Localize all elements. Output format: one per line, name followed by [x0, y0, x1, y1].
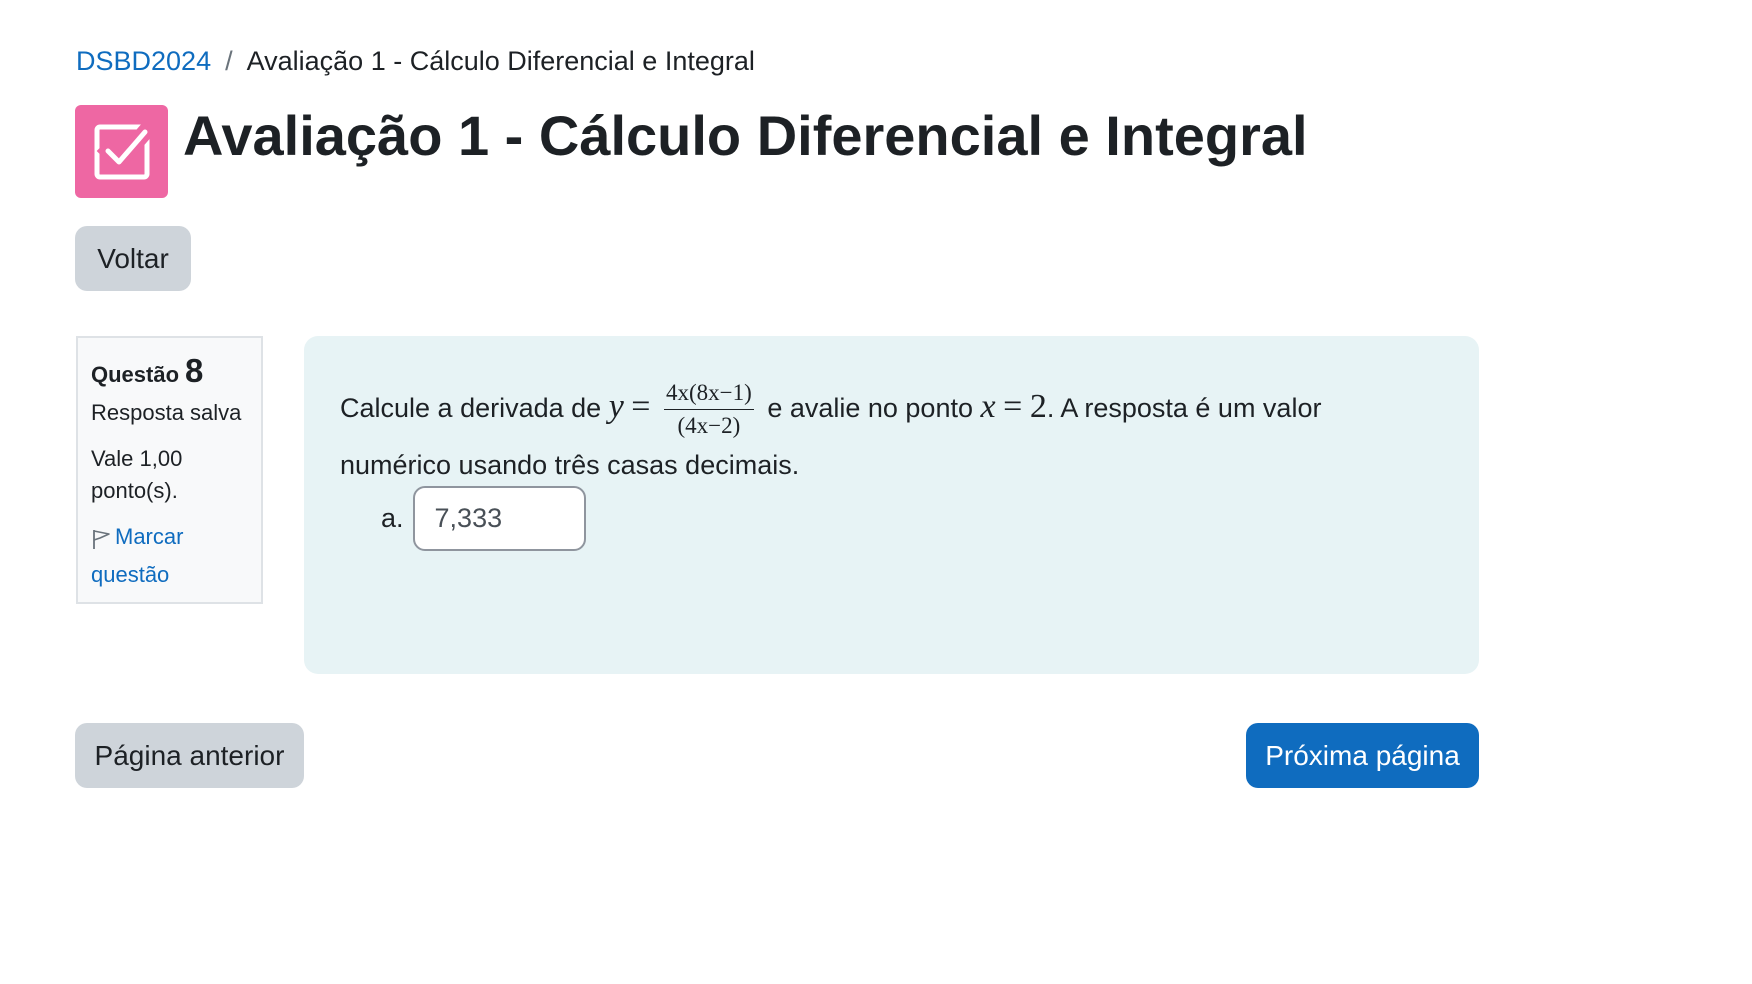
question-text-line-2: numérico usando três casas decimais.	[340, 449, 800, 480]
page-title: Avaliação 1 - Cálculo Diferencial e Inte…	[183, 104, 1308, 167]
question-number-label: Questão	[91, 362, 180, 387]
question-content: Calcule a derivada de y = 4x(8x−1) (4x−2…	[304, 336, 1479, 674]
breadcrumb-course-link[interactable]: DSBD2024	[76, 46, 211, 77]
answer-input[interactable]	[412, 486, 586, 551]
flag-question-link[interactable]: Marcar questão	[91, 521, 248, 591]
question-text-before: Calcule a derivada de	[340, 393, 602, 424]
question-state: Resposta salva	[91, 400, 242, 425]
question-info-panel: Questão 8 Resposta salva Vale 1,00 ponto…	[76, 336, 263, 604]
breadcrumb-current: Avaliação 1 - Cálculo Diferencial e Inte…	[246, 46, 755, 76]
formula-numerator: 4x(8x−1)	[664, 380, 754, 411]
question-text-after: . A resposta é um valor	[1046, 393, 1322, 424]
next-page-button[interactable]: Próxima página	[1246, 723, 1479, 788]
formula-fraction: 4x(8x−1) (4x−2)	[664, 380, 754, 440]
question-text: Calcule a derivada de y = 4x(8x−1) (4x−2…	[340, 380, 1321, 490]
back-button[interactable]: Voltar	[75, 226, 191, 291]
flag-icon	[91, 527, 111, 559]
breadcrumb: DSBD2024 / Avaliação 1 - Cálculo Diferen…	[76, 46, 755, 77]
point-variable: x	[980, 388, 996, 426]
formula-equals: =	[631, 388, 651, 426]
previous-page-button[interactable]: Página anterior	[75, 723, 304, 788]
question-number-value: 8	[185, 352, 204, 389]
page-header: Avaliação 1 - Cálculo Diferencial e Inte…	[75, 104, 1308, 198]
point-value: 2	[1029, 388, 1047, 426]
formula-lhs: y	[608, 388, 624, 426]
question-text-line-1: Calcule a derivada de y = 4x(8x−1) (4x−2…	[340, 380, 1321, 440]
question-grade: Vale 1,00 ponto(s).	[91, 446, 183, 503]
quiz-checkbox-icon	[75, 105, 168, 198]
point-equals: =	[1003, 388, 1023, 426]
answer-row: a.	[381, 486, 586, 551]
answer-label: a.	[381, 503, 404, 533]
question-text-middle: e avalie no ponto	[767, 393, 973, 424]
question-number: Questão 8	[91, 352, 248, 390]
formula-denominator: (4x−2)	[677, 413, 741, 439]
breadcrumb-separator: /	[225, 46, 233, 76]
